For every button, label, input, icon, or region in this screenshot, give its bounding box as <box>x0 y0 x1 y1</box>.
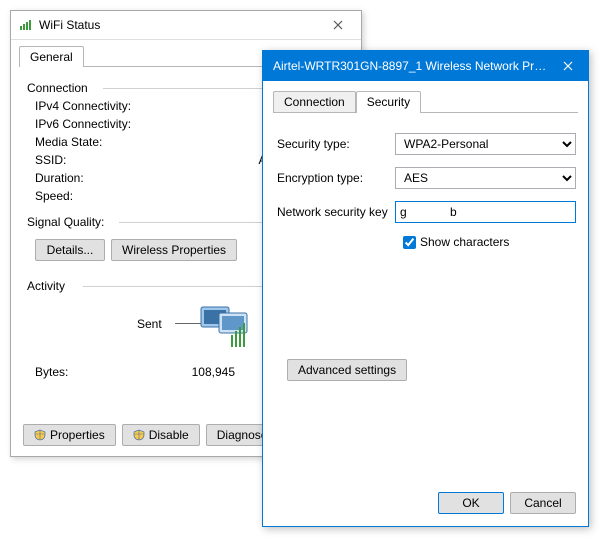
advanced-settings-button[interactable]: Advanced settings <box>287 359 407 381</box>
computers-icon <box>195 301 255 352</box>
duration-label: Duration: <box>35 171 165 185</box>
tab-general[interactable]: General <box>19 46 84 67</box>
bytes-label: Bytes: <box>35 365 135 379</box>
wireless-properties-button[interactable]: Wireless Properties <box>111 239 237 261</box>
window-title: WiFi Status <box>39 18 321 32</box>
security-type-label: Security type: <box>277 137 395 151</box>
ssid-label: SSID: <box>35 153 165 167</box>
ok-button[interactable]: OK <box>438 492 504 514</box>
security-type-select[interactable]: WPA2-Personal <box>395 133 576 155</box>
encryption-type-select[interactable]: AES <box>395 167 576 189</box>
speed-label: Speed: <box>35 189 165 203</box>
shield-icon <box>133 429 145 441</box>
ipv6-label: IPv6 Connectivity: <box>35 117 165 131</box>
shield-icon <box>34 429 46 441</box>
dialog-buttons: OK Cancel <box>438 492 576 514</box>
wireless-properties-window: Airtel-WRTR301GN-8897_1 Wireless Network… <box>262 50 589 527</box>
cancel-button[interactable]: Cancel <box>510 492 576 514</box>
show-characters-label: Show characters <box>420 235 509 249</box>
network-key-label: Network security key <box>277 205 395 219</box>
media-state-label: Media State: <box>35 135 165 149</box>
network-key-input[interactable] <box>395 201 576 223</box>
close-button[interactable] <box>548 51 588 81</box>
tab-strip: Connection Security <box>273 91 578 113</box>
close-button[interactable] <box>321 15 355 35</box>
tab-connection[interactable]: Connection <box>273 91 356 113</box>
details-button[interactable]: Details... <box>35 239 105 261</box>
show-characters-checkbox[interactable] <box>403 236 416 249</box>
tab-security[interactable]: Security <box>356 91 421 113</box>
titlebar: WiFi Status <box>11 11 361 40</box>
disable-button[interactable]: Disable <box>122 424 200 446</box>
encryption-type-label: Encryption type: <box>277 171 395 185</box>
properties-button[interactable]: Properties <box>23 424 116 446</box>
wifi-icon <box>19 17 33 34</box>
bytes-sent-value: 108,945 <box>135 365 235 379</box>
titlebar: Airtel-WRTR301GN-8897_1 Wireless Network… <box>263 51 588 81</box>
sent-label: Sent <box>137 317 162 331</box>
window-title: Airtel-WRTR301GN-8897_1 Wireless Network… <box>273 59 548 73</box>
ipv4-label: IPv4 Connectivity: <box>35 99 165 113</box>
bottom-button-row: Properties Disable Diagnose <box>23 424 278 446</box>
